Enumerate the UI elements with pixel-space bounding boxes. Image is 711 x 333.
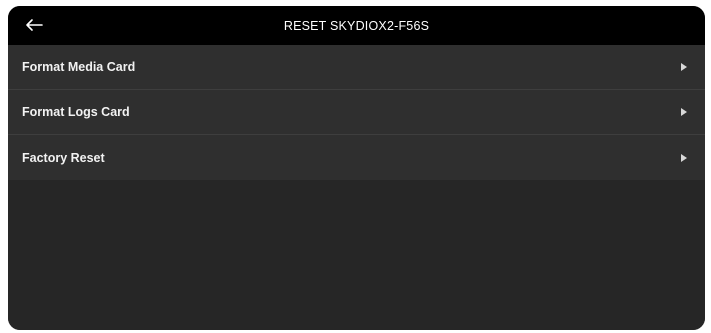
format-media-card-label: Format Media Card [22,60,136,74]
page-title: RESET SKYDIOX2-F56S [283,18,430,33]
chevron-right-icon [679,153,689,163]
chevron-right-icon [679,107,689,117]
reset-screen: RESET SKYDIOX2-F56S Format Media Card Fo… [8,6,705,330]
reset-options-list: Format Media Card Format Logs Card Facto… [8,45,705,180]
format-logs-card-label: Format Logs Card [22,105,130,119]
back-button[interactable] [22,15,46,35]
empty-content-area [8,180,705,330]
format-media-card-item[interactable]: Format Media Card [8,45,705,90]
factory-reset-item[interactable]: Factory Reset [8,135,705,180]
format-logs-card-item[interactable]: Format Logs Card [8,90,705,135]
top-bar: RESET SKYDIOX2-F56S [8,6,705,45]
factory-reset-label: Factory Reset [22,150,105,165]
chevron-right-icon [679,62,689,72]
arrow-left-icon [26,19,43,31]
